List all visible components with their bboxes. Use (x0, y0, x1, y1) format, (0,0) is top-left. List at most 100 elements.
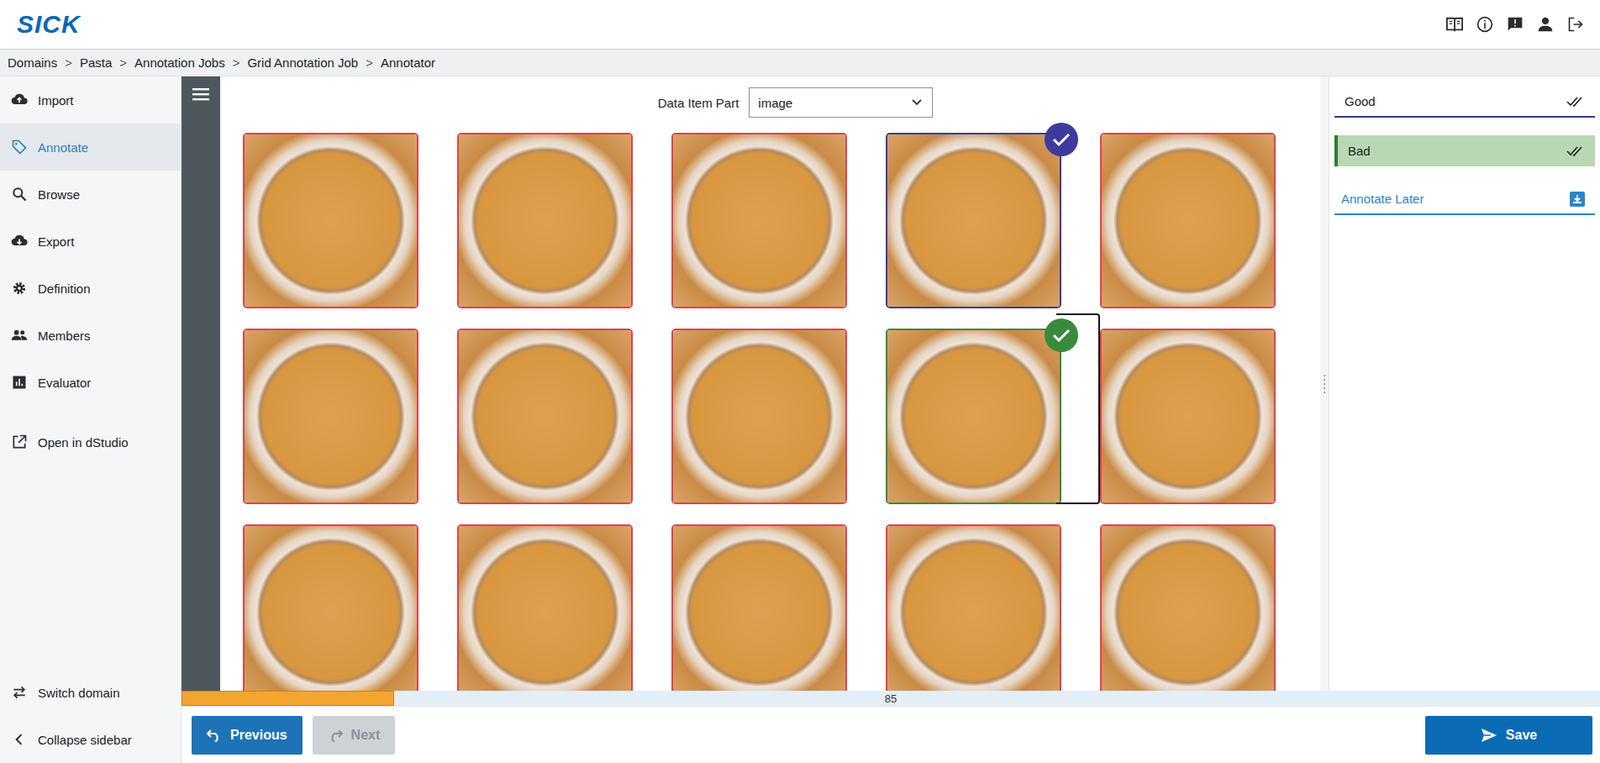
button-label: Previous (230, 727, 288, 743)
undo-icon (206, 728, 222, 743)
image-tile[interactable] (885, 328, 1062, 505)
header-actions (1445, 15, 1585, 34)
image-tile[interactable] (671, 132, 848, 309)
image-tile[interactable] (885, 524, 1062, 691)
image-tile[interactable] (457, 328, 633, 505)
image-tile[interactable] (242, 132, 419, 309)
annotation-area: Data Item Part image Good Bad Annotate Later (181, 76, 1600, 691)
breadcrumb-item[interactable]: Annotation Jobs (134, 55, 226, 70)
breadcrumb-separator: > (119, 55, 127, 70)
resize-handle[interactable] (1320, 76, 1329, 691)
image-tile[interactable] (671, 328, 848, 505)
pasta-photo (1101, 330, 1274, 503)
next-button[interactable]: Next (312, 715, 396, 755)
menu-button[interactable] (192, 86, 210, 691)
label-name: Bad (1347, 143, 1371, 158)
external-link-icon (10, 433, 28, 451)
hamburger-icon (192, 86, 210, 102)
breadcrumb-separator: > (365, 55, 374, 70)
user-icon (1536, 15, 1554, 33)
switch-icon (10, 684, 28, 701)
breadcrumb-separator: > (64, 55, 73, 70)
info-icon (1476, 15, 1494, 33)
annotate-later-icon (1569, 191, 1585, 207)
image-tile[interactable] (885, 132, 1062, 309)
logout-button[interactable] (1566, 15, 1585, 34)
sidebar-item-label: Annotate (37, 140, 89, 155)
image-grid (220, 132, 1321, 691)
book-button[interactable] (1445, 15, 1464, 34)
logout-icon (1567, 15, 1585, 33)
image-tile[interactable] (242, 524, 419, 691)
chevron-down-icon (911, 99, 922, 106)
header: SICK (0, 0, 1600, 50)
image-tile[interactable] (671, 524, 848, 691)
grip-icon (1322, 373, 1327, 395)
image-tile[interactable] (1100, 328, 1276, 505)
progress-bar: 85 (181, 690, 1600, 706)
feedback-button[interactable] (1505, 15, 1525, 34)
sidebar-item[interactable]: Members (0, 311, 181, 359)
pasta-photo (887, 134, 1060, 307)
save-button[interactable]: Save (1425, 715, 1593, 755)
sidebar: Import Annotate BrowseExportDefinition Memb… (0, 76, 182, 763)
image-tile[interactable] (1100, 524, 1276, 691)
data-item-part-label: Data Item Part (657, 95, 740, 111)
breadcrumb: Domains > Pasta > Annotation Jobs > Grid Annot… (0, 49, 1600, 77)
label-option[interactable]: Good (1334, 86, 1595, 118)
pasta-photo (244, 330, 417, 503)
chart-icon (10, 373, 28, 391)
pasta-photo (1101, 134, 1274, 307)
breadcrumb-item[interactable]: Grid Annotation Job (247, 55, 358, 70)
image-tile[interactable] (457, 132, 633, 309)
label-option[interactable]: Bad (1334, 135, 1595, 167)
manual-icon (1445, 15, 1464, 33)
sidebar-item-label: Members (37, 328, 91, 343)
pasta-photo (673, 526, 846, 691)
breadcrumb-item[interactable]: Pasta (79, 55, 112, 70)
image-tile[interactable] (242, 328, 419, 505)
label-name: Good (1344, 94, 1376, 109)
chevron-left-icon (10, 731, 28, 748)
sidebar-footer-label: Collapse sidebar (37, 732, 132, 748)
label-option[interactable]: Annotate Later (1334, 184, 1595, 216)
body: Import Annotate BrowseExportDefinition Memb… (0, 76, 1600, 763)
sidebar-item[interactable]: Evaluator (0, 358, 181, 406)
image-tile[interactable] (457, 524, 633, 691)
label-option-wrap: Annotate Later (1334, 184, 1595, 216)
previous-button[interactable]: Previous (191, 715, 303, 755)
nav-buttons: Previous Next (191, 715, 395, 755)
redo-icon (327, 728, 343, 743)
pasta-photo (458, 134, 632, 307)
search-icon (10, 185, 28, 203)
pasta-photo (458, 330, 632, 503)
sidebar-item[interactable]: Import (0, 76, 181, 124)
info-button[interactable] (1475, 15, 1495, 34)
sidebar-item[interactable]: Definition (0, 264, 181, 312)
sidebar-item-label: Open in dStudio (37, 435, 129, 450)
sidebar-item-label: Evaluator (37, 375, 91, 390)
user-button[interactable] (1536, 15, 1555, 34)
upload-icon (10, 91, 28, 109)
breadcrumb-item[interactable]: Annotator (380, 55, 436, 70)
sidebar-nav: Import Annotate BrowseExportDefinition Memb… (0, 76, 181, 466)
sidebar-item[interactable]: Export (0, 217, 181, 265)
pasta-photo (244, 134, 417, 307)
sidebar-item[interactable]: Open in dStudio (0, 418, 181, 466)
data-item-part-select[interactable]: image (748, 87, 933, 118)
label-option-wrap: Good (1334, 86, 1595, 118)
sidebar-item[interactable]: Annotate (0, 123, 181, 171)
progress-reading: 85 (884, 692, 897, 706)
progress-fill (181, 690, 395, 706)
image-tile[interactable] (1100, 132, 1276, 309)
breadcrumb-item[interactable]: Domains (7, 55, 58, 70)
sidebar-footer-item[interactable]: Collapse sidebar (0, 715, 181, 763)
sidebar-item[interactable]: Browse (0, 170, 181, 218)
check-badge (1044, 122, 1079, 157)
sidebar-footer-item[interactable]: Switch domain (0, 668, 181, 716)
button-label: Save (1505, 727, 1537, 743)
workspace: Data Item Part image Good Bad Annotate Later… (181, 76, 1600, 763)
logo[interactable]: SICK (16, 10, 81, 39)
check-icon (1052, 131, 1071, 148)
breadcrumb-separator: > (232, 55, 241, 70)
